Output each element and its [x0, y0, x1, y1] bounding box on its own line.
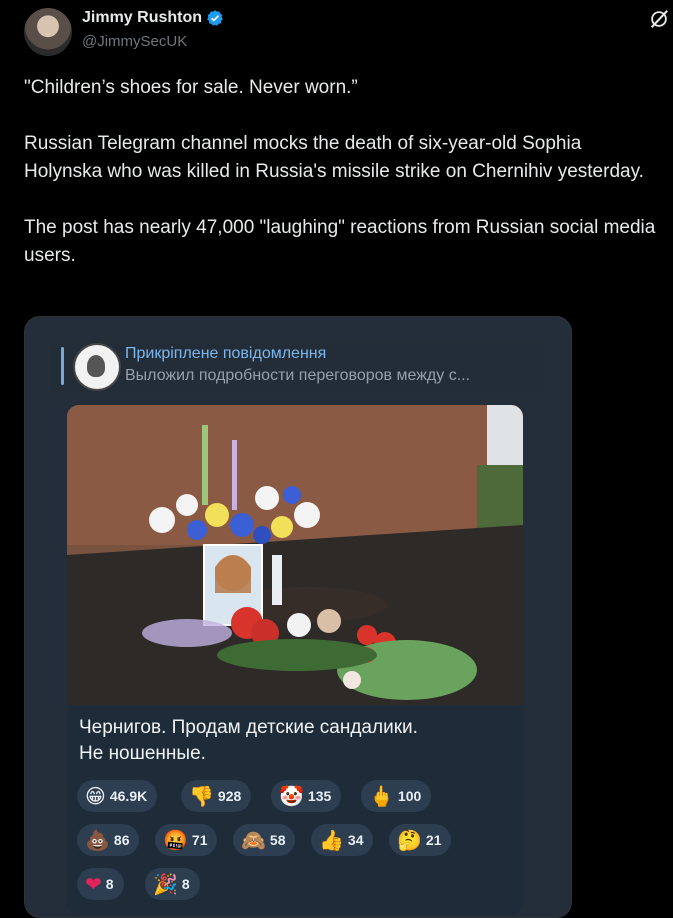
reaction-count: 71: [191, 832, 208, 848]
reaction-party[interactable]: 🎉 8: [145, 868, 200, 900]
poop-emoji-icon: 💩: [85, 828, 110, 852]
reaction-angry-swearing[interactable]: 🤬 71: [155, 824, 218, 856]
tweet-paragraph-quote: "Children’s shoes for sale. Never worn.”: [24, 77, 358, 98]
reaction-clown[interactable]: 🤡 135: [271, 780, 342, 812]
tweet-paragraph-main: Russian Telegram channel mocks the death…: [24, 133, 644, 182]
tweet-text: "Children’s shoes for sale. Never worn.”…: [24, 74, 664, 298]
caption-line-2: Не ношенные.: [79, 743, 206, 764]
reaction-thinking[interactable]: 🤔 21: [389, 824, 452, 856]
reaction-grin[interactable]: 😁 46.9K: [77, 780, 158, 812]
reaction-count: 86: [113, 832, 130, 848]
middle-finger-emoji-icon: 🖕: [369, 784, 394, 808]
reaction-count: 8: [105, 876, 114, 892]
reaction-heart[interactable]: ❤ 8: [77, 868, 124, 900]
author-name-row[interactable]: Jimmy Rushton: [82, 9, 224, 27]
tweet-paragraph-reactions: The post has nearly 47,000 "laughing" re…: [24, 217, 656, 266]
thumbs-down-emoji-icon: 👎: [189, 784, 214, 808]
reaction-poop[interactable]: 💩 86: [77, 824, 140, 856]
reaction-count: 58: [269, 832, 286, 848]
pinned-message-bar: Прикріплене повідомлення Выложил подробн…: [53, 339, 543, 393]
thinking-emoji-icon: 🤔: [397, 828, 422, 852]
reaction-count: 34: [347, 832, 364, 848]
pinned-indicator: [61, 347, 64, 385]
tweet-media-image[interactable]: Прикріплене повідомлення Выложил подробн…: [24, 316, 572, 918]
reaction-thumbs-up[interactable]: 👍 34: [311, 824, 374, 856]
author-name[interactable]: Jimmy Rushton: [82, 9, 202, 27]
thumbs-up-emoji-icon: 👍: [319, 828, 344, 852]
verified-badge-icon: [207, 10, 223, 26]
party-popper-emoji-icon: 🎉: [153, 872, 178, 896]
grok-icon[interactable]: [648, 8, 670, 30]
clown-emoji-icon: 🤡: [279, 784, 304, 808]
memorial-photo: [67, 405, 523, 705]
reaction-middle-finger[interactable]: 🖕 100: [361, 780, 432, 812]
heart-emoji-icon: ❤: [85, 872, 102, 896]
pinned-preview-text: Выложил подробности переговоров между с.…: [125, 367, 471, 384]
reaction-count: 21: [425, 832, 442, 848]
reaction-count: 928: [217, 788, 242, 804]
caption-line-1: Чернигов. Продам детские сандалики.: [79, 717, 418, 738]
reaction-thumbs-down[interactable]: 👎 928: [181, 780, 252, 812]
pinned-title: Прикріплене повідомлення: [125, 345, 327, 362]
reaction-count: 135: [307, 788, 332, 804]
reaction-see-no-evil[interactable]: 🙈 58: [233, 824, 296, 856]
reaction-count: 100: [397, 788, 422, 804]
channel-logo: [73, 343, 121, 391]
author-handle[interactable]: @JimmySecUK: [82, 33, 187, 50]
telegram-message-bubble: Чернигов. Продам детские сандалики. Не н…: [67, 405, 523, 915]
see-no-evil-emoji-icon: 🙈: [241, 828, 266, 852]
author-avatar[interactable]: [24, 8, 72, 56]
message-caption: Чернигов. Продам детские сандалики. Не н…: [79, 715, 519, 767]
reaction-count: 8: [181, 876, 190, 892]
reaction-count: 46.9K: [109, 788, 148, 804]
grin-emoji-icon: 😁: [85, 784, 106, 808]
swearing-emoji-icon: 🤬: [163, 828, 188, 852]
